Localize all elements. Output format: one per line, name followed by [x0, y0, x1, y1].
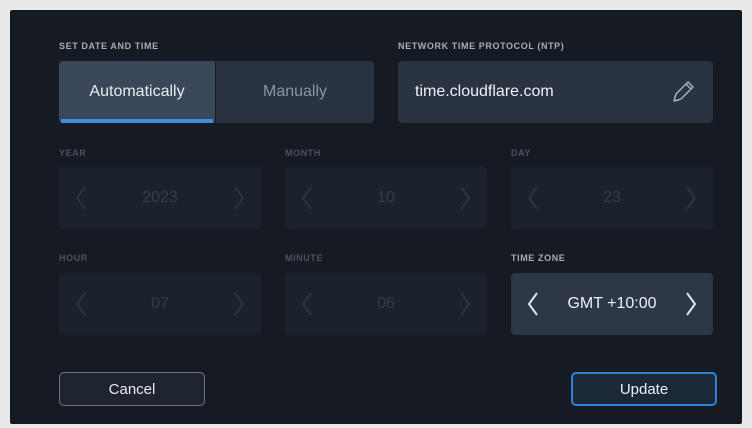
- cancel-button[interactable]: Cancel: [59, 372, 205, 406]
- pencil-icon[interactable]: [669, 78, 697, 106]
- hour-label: HOUR: [59, 253, 88, 263]
- set-date-time-label: SET DATE AND TIME: [59, 41, 159, 51]
- month-label: MONTH: [285, 148, 321, 158]
- month-value: 10: [377, 189, 395, 206]
- year-value: 2023: [142, 189, 178, 206]
- hour-value: 07: [151, 295, 169, 312]
- ntp-server-field[interactable]: time.cloudflare.com: [398, 61, 713, 123]
- date-time-mode-selector: Automatically Manually: [59, 61, 374, 123]
- time-zone-stepper: GMT +10:00: [511, 273, 713, 335]
- chevron-left-icon[interactable]: [525, 290, 541, 318]
- automatically-button[interactable]: Automatically: [59, 61, 215, 123]
- chevron-right-icon: [234, 292, 245, 316]
- date-time-dialog: SET DATE AND TIME Automatically Manually…: [10, 10, 742, 424]
- minute-stepper: 06: [285, 273, 487, 335]
- time-zone-label: TIME ZONE: [511, 253, 566, 263]
- chevron-left-icon: [75, 292, 86, 316]
- minute-value: 06: [377, 295, 395, 312]
- manually-button[interactable]: Manually: [215, 61, 374, 123]
- chevron-left-icon: [527, 186, 538, 210]
- year-label: YEAR: [59, 148, 87, 158]
- ntp-label: NETWORK TIME PROTOCOL (NTP): [398, 41, 565, 51]
- day-stepper: 23: [511, 167, 713, 229]
- ntp-server-value: time.cloudflare.com: [415, 83, 554, 100]
- chevron-right-icon: [460, 186, 471, 210]
- day-value: 23: [603, 189, 621, 206]
- chevron-right-icon: [686, 186, 697, 210]
- chevron-right-icon: [234, 186, 245, 210]
- chevron-left-icon: [301, 186, 312, 210]
- month-stepper: 10: [285, 167, 487, 229]
- chevron-left-icon: [301, 292, 312, 316]
- chevron-left-icon: [75, 186, 86, 210]
- update-button[interactable]: Update: [571, 372, 717, 406]
- minute-label: MINUTE: [285, 253, 324, 263]
- day-label: DAY: [511, 148, 531, 158]
- hour-stepper: 07: [59, 273, 261, 335]
- chevron-right-icon: [460, 292, 471, 316]
- time-zone-value: GMT +10:00: [567, 295, 657, 312]
- chevron-right-icon[interactable]: [683, 290, 699, 318]
- year-stepper: 2023: [59, 167, 261, 229]
